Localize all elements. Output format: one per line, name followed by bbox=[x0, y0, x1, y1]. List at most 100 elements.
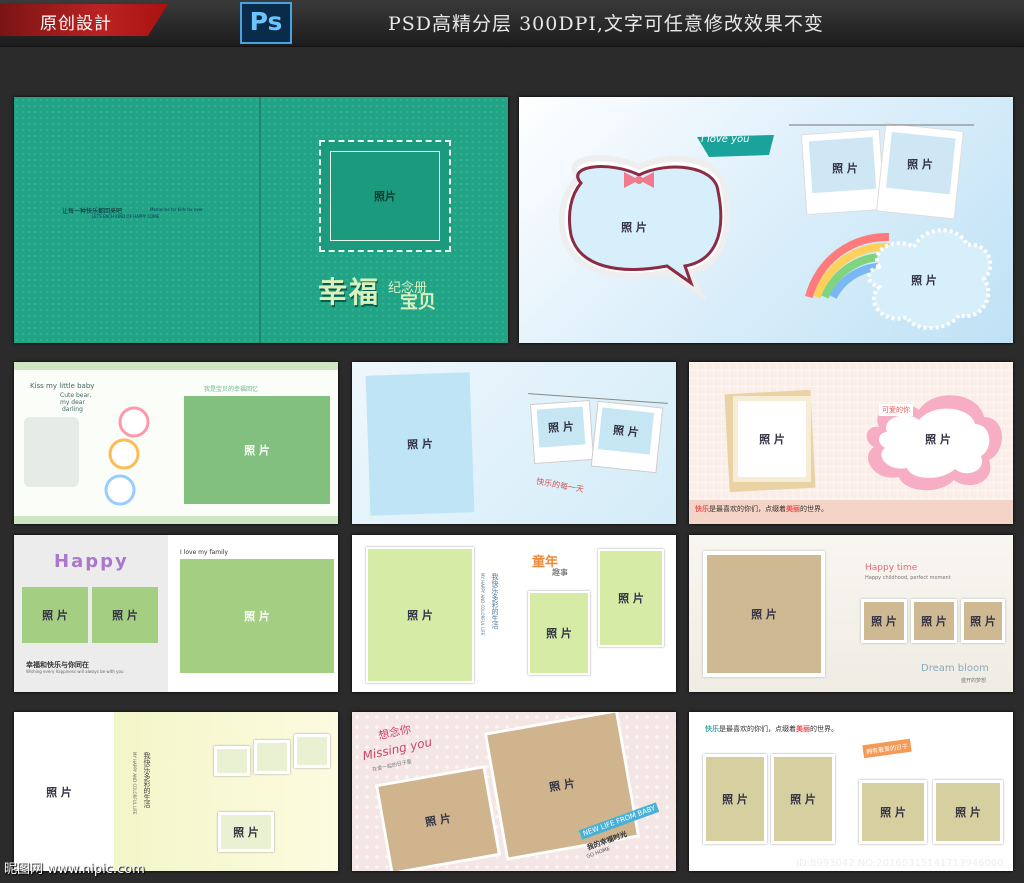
polaroid-photo-1[interactable]: 照 片 bbox=[819, 149, 871, 187]
left-photo-slot[interactable]: 照 片 bbox=[24, 752, 94, 832]
template-spread-happy[interactable]: Happy 照 片 照 片 幸福和快乐与你同在 Wishing every ha… bbox=[14, 535, 338, 692]
photo-label: 照 片 bbox=[621, 221, 647, 234]
pink-tag: 可爱的你 bbox=[879, 404, 913, 416]
vertical-caption-en: MY HAPPY AND COLORFUL LIFE bbox=[480, 573, 485, 636]
tagline: PSD高精分层 300DPI,文字可任意修改效果不变 bbox=[388, 13, 824, 35]
photo-label: 照 片 bbox=[42, 609, 68, 622]
love-family-text: I love my family bbox=[180, 549, 228, 556]
photo-label: 照 片 bbox=[112, 609, 138, 622]
happy-title: Happy bbox=[54, 551, 129, 572]
original-design-badge: 原创設計 bbox=[0, 4, 168, 36]
photo-label: 照 片 bbox=[244, 444, 270, 457]
left-photo-slot[interactable]: 照 片 bbox=[374, 764, 502, 871]
template-spread-blue-polaroids[interactable]: 照 片 照 片 照 片 快乐的每一天 bbox=[352, 362, 676, 524]
photo-label: 照 片 bbox=[46, 786, 72, 799]
polaroid-photo-1[interactable]: 照 片 bbox=[536, 406, 586, 448]
foot-b: 是最喜欢的你们，点缀着 bbox=[709, 505, 786, 513]
photo-label: 照 片 bbox=[955, 806, 981, 819]
foot-d: 的世界。 bbox=[810, 725, 838, 733]
cover-photo-frame[interactable]: 照片 bbox=[319, 140, 451, 252]
love-sign-text: i love you bbox=[701, 134, 750, 145]
template-spread-childhood[interactable]: 照 片 我快乐多彩的生活 MY HAPPY AND COLORFUL LIFE … bbox=[352, 535, 676, 692]
middle-photo-slot[interactable]: 照 片 bbox=[528, 591, 590, 675]
photo-label: 照 片 bbox=[244, 610, 270, 623]
main-photo-slot[interactable]: 照 片 bbox=[184, 396, 330, 504]
photo-slot-1[interactable]: 照 片 bbox=[703, 754, 767, 844]
photo-label: 照 片 bbox=[880, 806, 906, 819]
photo-label: 照 片 bbox=[618, 592, 644, 605]
photo-label: 照 片 bbox=[911, 273, 937, 287]
tall-photo-slot[interactable]: 照 片 bbox=[365, 372, 475, 516]
template-spread-four-photos[interactable]: 快乐是最喜欢的你们，点缀着美丽的世界。 照 片 照 片 拥有着爱的日子 照 片 … bbox=[689, 712, 1013, 871]
cover-title-end: 宝贝 bbox=[400, 292, 436, 313]
photo-label: 照 片 bbox=[722, 793, 748, 806]
lower-photo-slot[interactable]: 照 片 bbox=[218, 812, 274, 852]
happy-time-sub: Happy childhood, perfect moment bbox=[865, 575, 951, 581]
template-spread-blue-bow[interactable]: i love you 照 片 照 片 照 片 照 片 bbox=[519, 97, 1013, 343]
right-photo-slot[interactable]: 照 片 bbox=[598, 549, 664, 647]
template-spread-colorful-life[interactable]: 照 片 我快乐多彩的生活 MY HAPPY AND COLORFUL LIFE … bbox=[14, 712, 338, 871]
vertical-caption: 我快乐多彩的生活 bbox=[143, 752, 151, 808]
small-photo-2[interactable]: 照 片 bbox=[911, 599, 957, 643]
cover-slogan-en: Memories for Kids for ever bbox=[150, 207, 203, 212]
photo-label: 照 片 bbox=[970, 615, 996, 628]
photo-label: 照 片 bbox=[790, 793, 816, 806]
small-photo-3[interactable]: 照 片 bbox=[961, 599, 1005, 643]
photo-label: 照 片 bbox=[832, 162, 858, 175]
mini-photo-3[interactable] bbox=[294, 734, 330, 768]
cover-title-main: 幸福 bbox=[318, 275, 381, 309]
photo-label: 照 片 bbox=[233, 826, 259, 839]
cloud-photo-slot[interactable]: 照 片 bbox=[889, 262, 959, 297]
photo-slot-2[interactable]: 照 片 bbox=[771, 754, 835, 844]
photo-label: 照 片 bbox=[925, 433, 951, 446]
photo-label: 照 片 bbox=[871, 615, 897, 628]
large-photo-slot[interactable]: 照 片 bbox=[703, 551, 825, 677]
template-spread-pink-cloud[interactable]: 照 片 可爱的你 照 片 快乐是最喜欢的你们，点缀着美丽的世界。 bbox=[689, 362, 1013, 524]
left-photo-slot[interactable]: 照 片 bbox=[366, 547, 474, 683]
photo-label: 照 片 bbox=[547, 420, 575, 435]
foot-a: 快乐 bbox=[705, 725, 719, 733]
cloud-photo-slot[interactable]: 照 片 bbox=[903, 424, 973, 454]
cover-photo-slot[interactable]: 照片 bbox=[330, 151, 440, 241]
small-photo-1[interactable]: 照 片 bbox=[861, 599, 907, 643]
spine-line bbox=[259, 97, 261, 343]
left-photo-1[interactable]: 照 片 bbox=[22, 587, 88, 643]
photoshop-icon: Ps bbox=[240, 2, 292, 44]
vertical-caption-en: MY HAPPY AND COLORFUL LIFE bbox=[132, 752, 137, 815]
template-spread-missing-you[interactable]: 想念你 Missing you 在爱一起的日子里 照 片 照 片 NEW LIF… bbox=[352, 712, 676, 871]
dream-bloom-title: Dream bloom bbox=[921, 663, 989, 674]
template-spread-happy-time[interactable]: 照 片 Happy time Happy childhood, perfect … bbox=[689, 535, 1013, 692]
mini-photo-2[interactable] bbox=[254, 740, 290, 774]
photo-label: 照 片 bbox=[751, 608, 777, 621]
badge-text: 原创設計 bbox=[40, 14, 112, 34]
polaroid-photo-2[interactable]: 照 片 bbox=[891, 143, 949, 185]
right-photo-slot[interactable]: 照 片 bbox=[180, 559, 334, 673]
footer-text: 快乐是最喜欢的你们，点缀着美丽的世界。 bbox=[695, 504, 828, 514]
happy-time-title: Happy time bbox=[865, 563, 918, 573]
mini-photo-1[interactable] bbox=[214, 746, 250, 776]
foot-c: 美丽 bbox=[786, 505, 800, 513]
photo-slot-3[interactable]: 照 片 bbox=[859, 780, 927, 844]
photo-label: 照片 bbox=[374, 190, 396, 203]
watermark-left: 昵图网 www.nipic.com bbox=[4, 862, 145, 877]
tag-label: 拥有着爱的日子 bbox=[862, 738, 912, 759]
bubble-photo-slot[interactable]: 照 片 bbox=[579, 197, 689, 257]
cover-slogan-en2: LETS EACH KIND OF HAPPY COME bbox=[92, 214, 160, 219]
header-bar: 原创設計 Ps PSD高精分层 300DPI,文字可任意修改效果不变 bbox=[0, 0, 1024, 47]
photo-label: 照 片 bbox=[548, 776, 576, 795]
template-cover-green[interactable]: 让每一种快乐都回来吧 Memories for Kids for ever LE… bbox=[14, 97, 508, 343]
vertical-caption: 我快乐多彩的生活 bbox=[491, 573, 499, 629]
photo-label: 照 片 bbox=[424, 811, 452, 830]
photo-label: 照 片 bbox=[546, 627, 572, 640]
template-spread-kiss-baby[interactable]: Kiss my little baby Cute bear, my dear d… bbox=[14, 362, 338, 524]
photo-label: 照 片 bbox=[407, 609, 433, 622]
polaroid-photo-2[interactable]: 照 片 bbox=[597, 407, 655, 455]
photo-label: 照 片 bbox=[406, 437, 434, 452]
childhood-subtitle: 趣事 bbox=[552, 568, 568, 577]
foot-c: 美丽 bbox=[796, 725, 810, 733]
foot-d: 的世界。 bbox=[800, 505, 828, 513]
photo-slot-4[interactable]: 照 片 bbox=[933, 780, 1003, 844]
bottom-band bbox=[14, 516, 338, 524]
photo-label: 照 片 bbox=[907, 158, 933, 171]
left-photo-2[interactable]: 照 片 bbox=[92, 587, 158, 643]
